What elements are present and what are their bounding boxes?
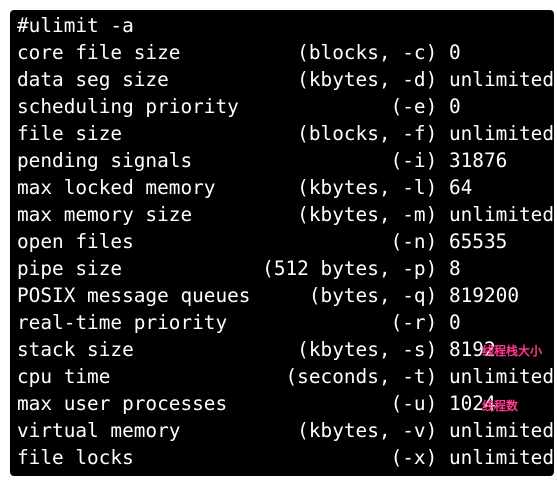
terminal-output-line: file size (blocks, -f) unlimited [17, 122, 554, 145]
terminal-output-line: pending signals (-i) 31876 [17, 149, 508, 172]
terminal-output-line: real-time priority (-r) 0 [17, 311, 461, 334]
stack-size-annotation: 线程栈大小 [482, 344, 543, 358]
terminal-output-line: cpu time (seconds, -t) unlimited [17, 365, 554, 388]
terminal-command-line: #ulimit -a [17, 14, 134, 37]
terminal-output-line: scheduling priority (-e) 0 [17, 95, 461, 118]
terminal-output-line: POSIX message queues (bytes, -q) 819200 [17, 284, 519, 307]
terminal-window[interactable]: #ulimit -a core file size (blocks, -c) 0… [10, 10, 554, 476]
terminal-output-line: max memory size (kbytes, -m) unlimited [17, 203, 554, 226]
terminal-output-line: core file size (blocks, -c) 0 [17, 41, 461, 64]
terminal-output-line: max user processes (-u) 1024 [17, 392, 496, 415]
terminal-output-line: data seg size (kbytes, -d) unlimited [17, 68, 554, 91]
terminal-output-line: max locked memory (kbytes, -l) 64 [17, 176, 473, 199]
terminal-output-line: virtual memory (kbytes, -v) unlimited [17, 419, 554, 442]
terminal-output-line: open files (-n) 65535 [17, 230, 508, 253]
max-processes-annotation: 线程数 [482, 399, 519, 413]
terminal-output-line: file locks (-x) unlimited [17, 446, 554, 469]
terminal-output-line: pipe size (512 bytes, -p) 8 [17, 257, 461, 280]
terminal-output-line: stack size (kbytes, -s) 8192 [17, 338, 496, 361]
